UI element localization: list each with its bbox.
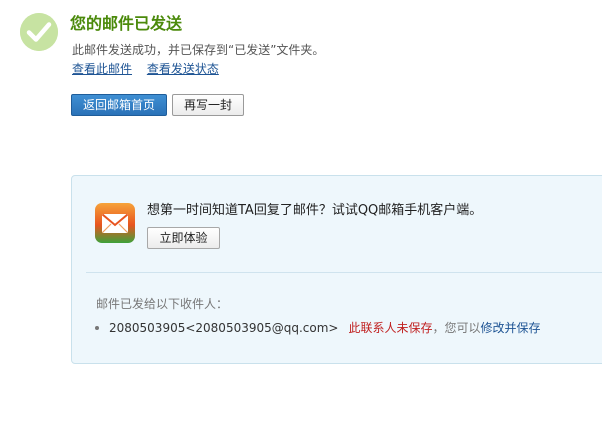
view-status-link[interactable]: 查看发送状态 [147, 62, 219, 76]
mail-sent-page: 您的邮件已发送 此邮件发送成功，并已保存到“已发送”文件夹。 查看此邮件 查看发… [0, 0, 602, 440]
recipient-address: 2080503905<2080503905@qq.com> [109, 321, 339, 335]
save-hint: ，您可以 [432, 321, 481, 335]
success-description: 此邮件发送成功，并已保存到“已发送”文件夹。 [72, 43, 325, 57]
page-title: 您的邮件已发送 [70, 14, 183, 33]
back-to-inbox-button[interactable]: 返回邮箱首页 [71, 94, 167, 116]
edit-and-save-link[interactable]: 修改并保存 [481, 321, 541, 335]
contact-not-saved-status: 此联系人未保存 [348, 321, 433, 335]
promo-text: 想第一时间知道TA回复了邮件？试试QQ邮箱手机客户端。 [147, 203, 483, 218]
panel-divider [86, 272, 602, 273]
mail-links: 查看此邮件 查看发送状态 [72, 61, 230, 77]
write-again-button[interactable]: 再写一封 [172, 94, 244, 116]
recipients-title: 邮件已发给以下收件人： [96, 297, 229, 311]
try-now-button[interactable]: 立即体验 [147, 227, 220, 249]
qq-mail-app-icon [95, 203, 135, 243]
bullet-icon [95, 325, 99, 330]
view-mail-link[interactable]: 查看此邮件 [72, 62, 132, 76]
success-check-icon [20, 13, 58, 51]
recipient-item: 2080503905<2080503905@qq.com> 此联系人未保存，您可以… [95, 320, 541, 336]
